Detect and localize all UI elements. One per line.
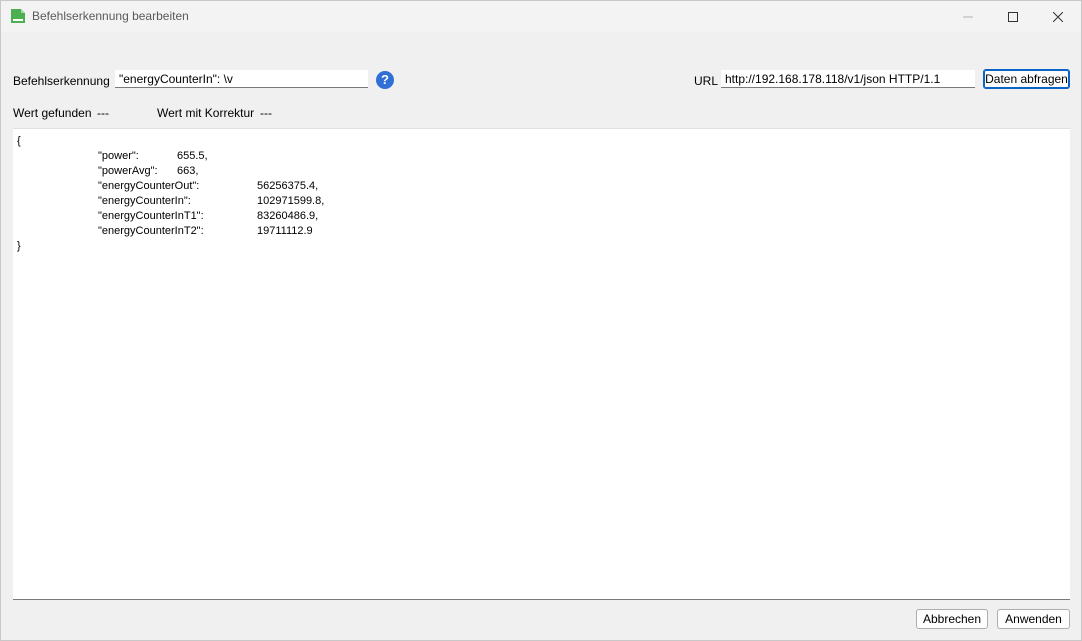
corrected-value: --- (260, 106, 272, 120)
fetch-data-button[interactable]: Daten abfragen (983, 69, 1070, 89)
json-key: "energyCounterIn": (98, 195, 191, 207)
json-close-brace: } (17, 240, 21, 252)
command-label: Befehlserkennung (13, 74, 110, 88)
json-key: "power": (98, 150, 139, 162)
help-icon[interactable]: ? (376, 71, 394, 89)
close-button[interactable] (1035, 1, 1081, 32)
document-icon (11, 9, 25, 23)
json-value: 56256375.4, (257, 180, 319, 192)
found-value: --- (97, 106, 109, 120)
json-key: "energyCounterInT1": (98, 210, 204, 222)
response-output[interactable]: { "power": 655.5, "powerAvg": 663, "ener… (13, 128, 1070, 600)
corrected-label: Wert mit Korrektur (157, 106, 255, 120)
json-value: 83260486.9, (257, 210, 319, 222)
dialog-window: Befehlserkennung bearbeiten Befehlserken… (0, 0, 1082, 641)
command-input[interactable]: "energyCounterIn": \v (115, 70, 368, 88)
minimize-icon (963, 16, 973, 17)
minimize-button[interactable] (945, 1, 991, 32)
apply-button[interactable]: Anwenden (997, 609, 1070, 629)
json-value: 655.5, (177, 150, 208, 162)
url-input[interactable]: http://192.168.178.118/v1/json HTTP/1.1 (721, 70, 975, 88)
cancel-button[interactable]: Abbrechen (916, 609, 988, 629)
maximize-icon (1008, 11, 1018, 22)
found-label: Wert gefunden (13, 106, 92, 120)
json-key: "energyCounterOut": (98, 180, 200, 192)
json-value: 663, (177, 165, 199, 177)
close-icon (1053, 11, 1063, 22)
json-open-brace: { (17, 135, 21, 147)
window-title: Befehlserkennung bearbeiten (32, 9, 189, 23)
json-value: 102971599.8, (257, 195, 325, 207)
json-key: "energyCounterInT2": (98, 225, 204, 237)
maximize-button[interactable] (990, 1, 1036, 32)
title-bar[interactable]: Befehlserkennung bearbeiten (1, 1, 1081, 32)
json-value: 19711112.9 (257, 225, 313, 237)
json-key: "powerAvg": (98, 165, 158, 177)
url-label: URL (694, 74, 719, 88)
